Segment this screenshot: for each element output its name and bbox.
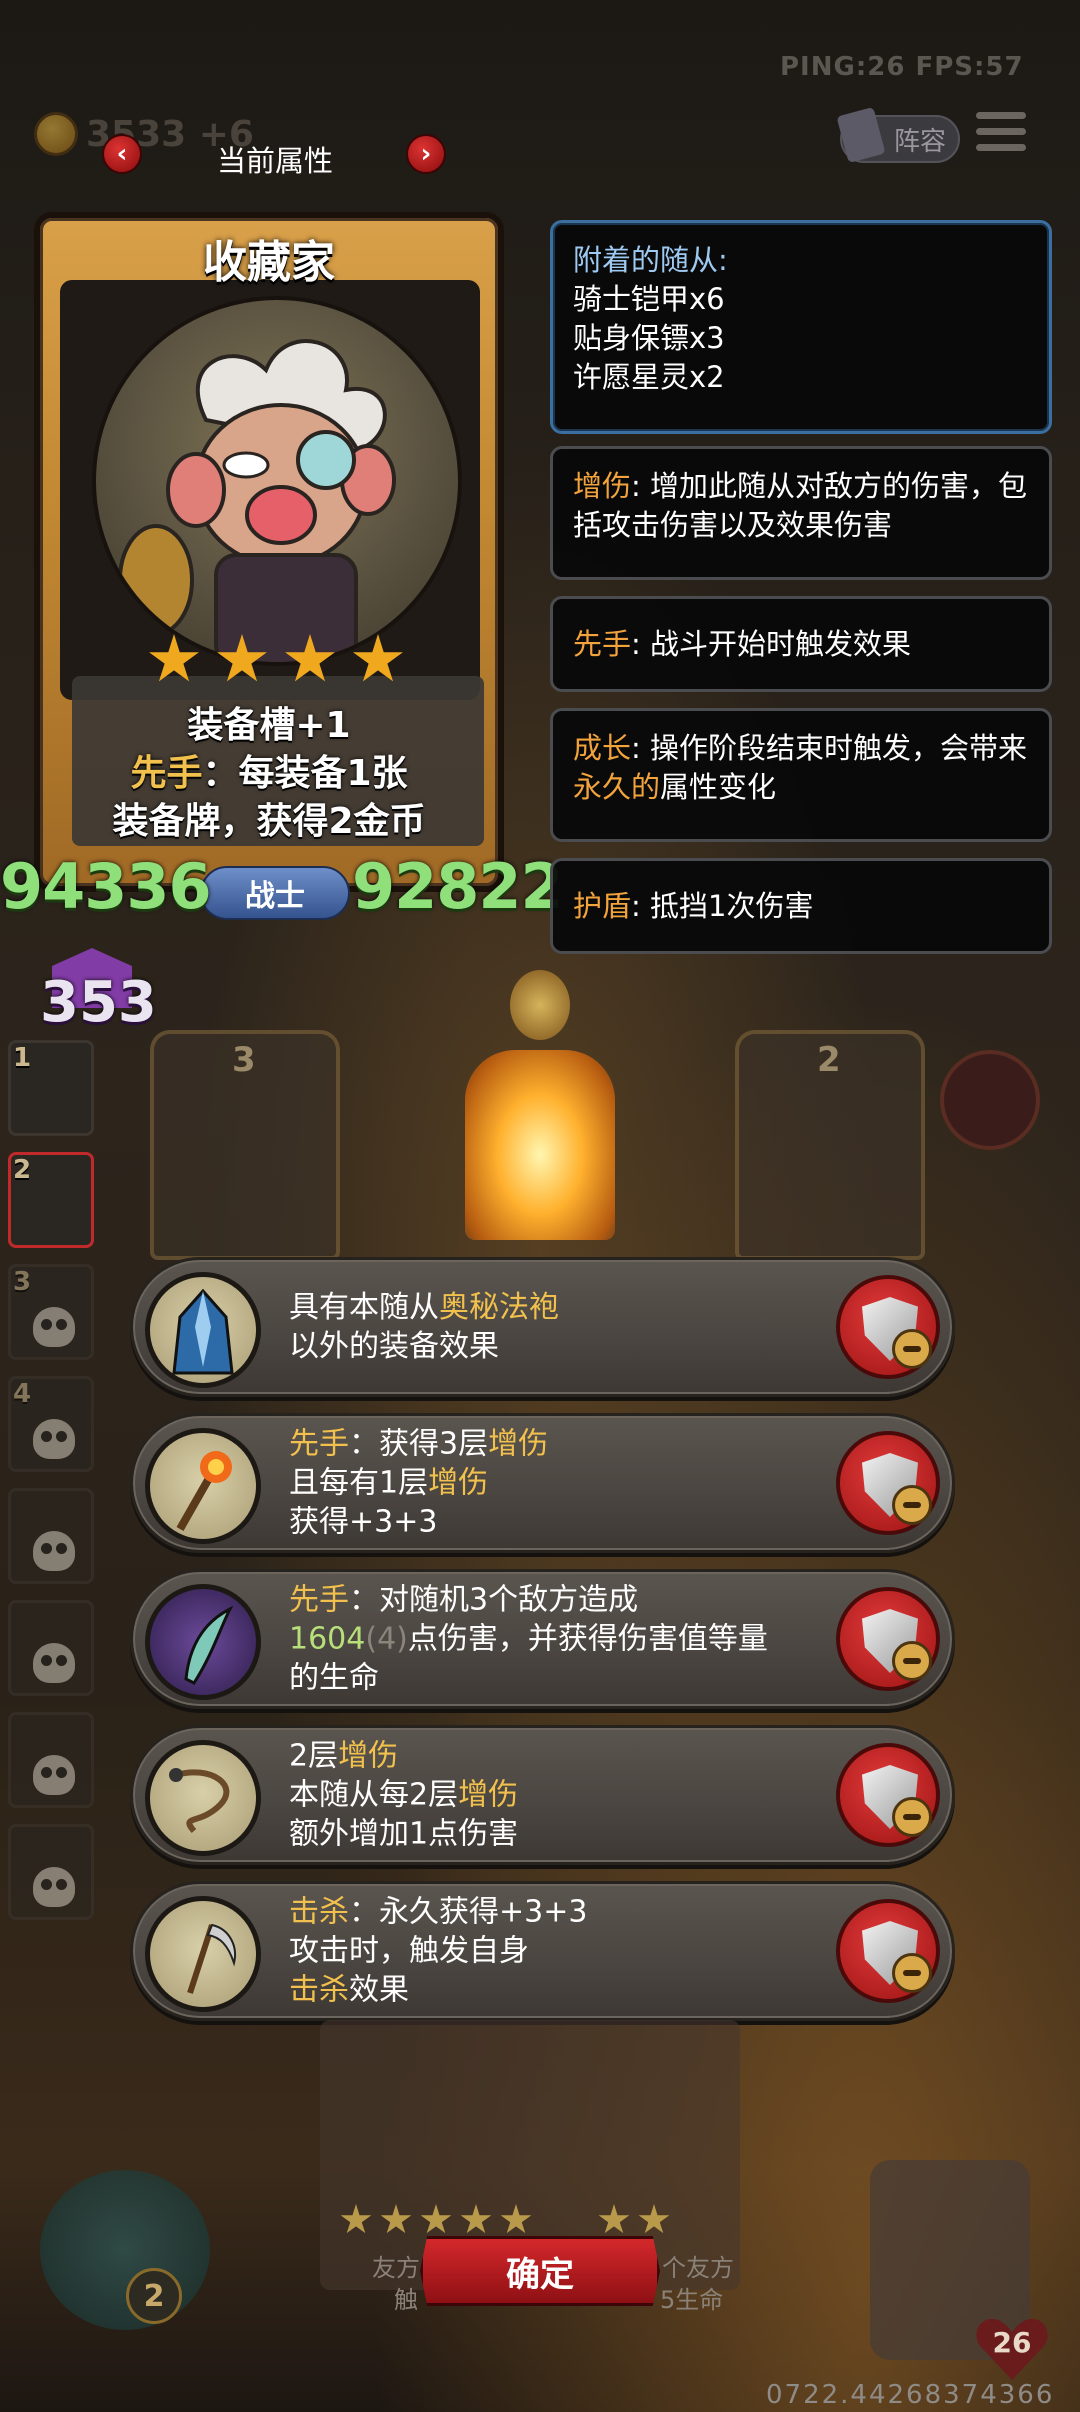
prev-arrow-button[interactable]: ‹ <box>102 134 142 174</box>
hero-ability-line2: 先手：每装备1张 <box>130 753 408 794</box>
star-icon <box>217 634 267 682</box>
lineup-button[interactable]: 阵容 <box>836 106 960 164</box>
keyword-shield: 护盾 <box>573 889 632 923</box>
glowing-lantern <box>465 1050 615 1240</box>
equipment-row[interactable]: 具有本随从奥秘法袍 以外的装备效果 <box>130 1257 955 1397</box>
minus-icon <box>892 1953 932 1993</box>
party-slot-7[interactable] <box>8 1712 94 1808</box>
attached-item: 许愿星灵x2 <box>573 360 725 394</box>
keyword-growth-tooltip: 成长: 操作阶段结束时触发，会带来永久的属性变化 <box>550 708 1052 842</box>
equipment-desc: 先手：对随机3个敌方造成 1604(4)点伤害，并获得伤害值等量 的生命 <box>289 1582 768 1696</box>
bottom-star-row-left <box>340 2204 532 2236</box>
party-slot-8[interactable] <box>8 1824 94 1920</box>
skull-icon <box>33 1867 75 1907</box>
unequip-button[interactable] <box>836 1587 940 1691</box>
bottom-star-row-right <box>598 2204 670 2236</box>
board-card-left-num: 3 <box>232 1040 256 1080</box>
keyword-first: 先手 <box>573 627 632 661</box>
mask-icon[interactable] <box>940 1050 1040 1150</box>
confirm-button[interactable]: 确定 <box>420 2236 660 2306</box>
attached-item: 骑士铠甲x6 <box>573 282 725 316</box>
bottom-hint-right-1: 个友方 <box>662 2254 734 2282</box>
keyword-first-strike: 先手 <box>130 753 203 794</box>
skull-icon <box>33 1643 75 1683</box>
fire-staff-icon <box>145 1428 261 1544</box>
whip-icon <box>145 1740 261 1856</box>
chevron-right-icon: › <box>420 139 432 169</box>
equipment-desc: 击杀：永久获得+3+3 攻击时，触发自身 击杀效果 <box>289 1894 588 2008</box>
attached-minions-tooltip: 附着的随从: 骑士铠甲x6 贴身保镖x3 许愿星灵x2 <box>550 220 1052 434</box>
equipment-row[interactable]: 2层增伤 本随从每2层增伤 额外增加1点伤害 <box>130 1725 955 1865</box>
lantern-top <box>510 970 570 1040</box>
minus-icon <box>892 1797 932 1837</box>
card-icon <box>836 106 886 164</box>
chevron-left-icon: ‹ <box>116 139 128 169</box>
minus-icon <box>892 1329 932 1369</box>
keyword-arcane-robe: 奥秘法袍 <box>439 1290 559 1325</box>
skull-icon <box>33 1531 75 1571</box>
board-card-right[interactable]: 2 <box>735 1030 925 1260</box>
party-slot-2[interactable]: 2 <box>8 1152 94 1248</box>
panel-title: 当前属性 <box>216 144 333 178</box>
attached-item: 贴身保镖x3 <box>573 321 725 355</box>
collector-portrait <box>92 296 462 666</box>
bottom-hint-left-2: 触 <box>394 2286 418 2314</box>
board-card-right-num: 2 <box>817 1040 841 1080</box>
arcane-robe-icon <box>145 1272 261 1388</box>
bottom-hint-left-1: 友方 <box>372 2254 420 2282</box>
party-slot-6[interactable] <box>8 1600 94 1696</box>
hero-ability-line3: 装备牌，获得2金币 <box>112 801 426 842</box>
collector-art <box>118 339 396 662</box>
skull-icon <box>33 1419 75 1459</box>
hero-health-value: 92822 <box>352 850 564 923</box>
party-slot-1[interactable]: 1 <box>8 1040 94 1136</box>
keyword-first-tooltip: 先手: 战斗开始时触发效果 <box>550 596 1052 692</box>
skull-icon <box>33 1307 75 1347</box>
equipment-desc: 先手：获得3层增伤 且每有1层增伤 获得+3+3 <box>289 1426 549 1540</box>
hero-class-badge: 战士 <box>200 866 350 920</box>
unequip-button[interactable] <box>836 1743 940 1847</box>
keyword-damage: 增伤 <box>573 469 632 503</box>
unequip-button[interactable] <box>836 1431 940 1535</box>
skull-icon <box>33 1755 75 1795</box>
hero-ability-line1: 装备槽+1 <box>187 705 351 746</box>
gold-coin-icon <box>34 112 78 156</box>
minus-icon <box>892 1485 932 1525</box>
menu-icon[interactable] <box>976 112 1026 158</box>
star-icon <box>353 634 403 682</box>
player-health-value: 26 <box>992 2326 1032 2359</box>
star-icon <box>285 634 335 682</box>
ping-fps-readout: PING:26 FPS:57 <box>780 52 1024 82</box>
hero-name: 收藏家 <box>203 237 335 288</box>
equipment-desc: 2层增伤 本随从每2层增伤 额外增加1点伤害 <box>289 1738 519 1852</box>
unequip-button[interactable] <box>836 1899 940 2003</box>
board-card-left[interactable]: 3 <box>150 1030 340 1260</box>
lineup-label: 阵容 <box>893 126 946 157</box>
void-blade-icon <box>145 1584 261 1700</box>
equipment-row[interactable]: 先手：对随机3个敌方造成 1604(4)点伤害，并获得伤害值等量 的生命 <box>130 1569 955 1709</box>
unequip-button[interactable] <box>836 1275 940 1379</box>
party-slot-5[interactable] <box>8 1488 94 1584</box>
equipment-row[interactable]: 先手：获得3层增伤 且每有1层增伤 获得+3+3 <box>130 1413 955 1553</box>
purple-stat-value: 353 <box>40 970 157 1035</box>
equipment-row[interactable]: 击杀：永久获得+3+3 攻击时，触发自身 击杀效果 <box>130 1881 955 2021</box>
hero-star-rating <box>148 634 404 686</box>
star-icon <box>149 634 199 682</box>
equipment-desc: 具有本随从奥秘法袍 以外的装备效果 <box>289 1290 559 1364</box>
keyword-growth: 成长 <box>573 731 632 765</box>
minus-icon <box>892 1641 932 1681</box>
hero-attack-value: 94336 <box>0 850 212 923</box>
keyword-shield-tooltip: 护盾: 抵挡1次伤害 <box>550 858 1052 954</box>
scythe-icon <box>145 1896 261 2012</box>
attached-title: 附着的随从: <box>573 243 728 277</box>
next-arrow-button[interactable]: › <box>406 134 446 174</box>
keyword-damage-tooltip: 增伤: 增加此随从对敌方的伤害，包括攻击伤害以及效果伤害 <box>550 446 1052 580</box>
bottom-hint-right-2: 5生命 <box>660 2286 724 2314</box>
session-id: 0722.44268374366 <box>766 2380 1055 2410</box>
party-slot-4[interactable]: 4 <box>8 1376 94 1472</box>
left-badge-count: 2 <box>126 2268 182 2324</box>
refresh-orb[interactable] <box>40 2170 210 2330</box>
party-slot-3[interactable]: 3 <box>8 1264 94 1360</box>
